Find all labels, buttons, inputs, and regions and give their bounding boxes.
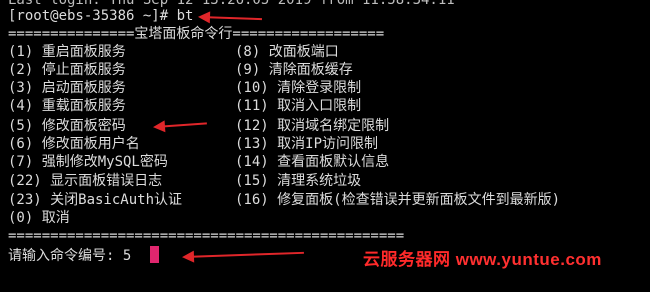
menu-footer: ========================================… [8, 228, 405, 244]
menu-item-22: (22) 显示面板错误日志 [8, 173, 163, 189]
menu-item-12: (12) 取消域名绑定限制 [235, 118, 390, 134]
annotation-arrow-prompt-icon [199, 16, 262, 21]
annotation-arrow-input-icon [183, 251, 304, 258]
menu-item-23: (23) 关闭BasicAuth认证 [8, 192, 183, 208]
menu-item-9: (9) 清除面板缓存 [235, 62, 353, 78]
command-input-prompt[interactable]: 请输入命令编号: 5 [8, 247, 131, 265]
menu-item-1: (1) 重启面板服务 [8, 44, 126, 60]
annotation-arrow-password-icon [154, 122, 207, 128]
menu-item-16: (16) 修复面板(检查错误并更新面板文件到最新版) [235, 192, 560, 208]
menu-item-2: (2) 停止面板服务 [8, 62, 126, 78]
shell-prompt: [root@ebs-35386 ~]# bt [8, 8, 194, 24]
menu-item-3: (3) 启动面板服务 [8, 80, 126, 96]
menu-item-4: (4) 重载面板服务 [8, 98, 126, 114]
watermark-brand: 云服务器网 [363, 250, 451, 269]
menu-item-10: (10) 清除登录限制 [235, 80, 362, 96]
menu-item-15: (15) 清理系统垃圾 [235, 173, 362, 189]
text-cursor [150, 246, 159, 263]
watermark: 云服务器网 www.yuntue.com [363, 245, 602, 270]
menu-item-14: (14) 查看面板默认信息 [235, 154, 390, 170]
menu-item-13: (13) 取消IP访问限制 [235, 136, 379, 152]
menu-header: ===============宝塔面板命令行================== [8, 26, 385, 42]
menu-item-6: (6) 修改面板用户名 [8, 136, 140, 152]
watermark-url: www.yuntue.com [455, 250, 602, 269]
terminal-window[interactable]: Last login: Thu Sep 12 13:26:05 2019 fro… [0, 0, 650, 292]
menu-item-11: (11) 取消入口限制 [235, 98, 362, 114]
menu-item-8: (8) 改面板端口 [235, 44, 339, 60]
menu-item-5: (5) 修改面板密码 [8, 118, 126, 134]
menu-item-7: (7) 强制修改MySQL密码 [8, 154, 168, 170]
menu-item-0: (0) 取消 [8, 210, 70, 226]
